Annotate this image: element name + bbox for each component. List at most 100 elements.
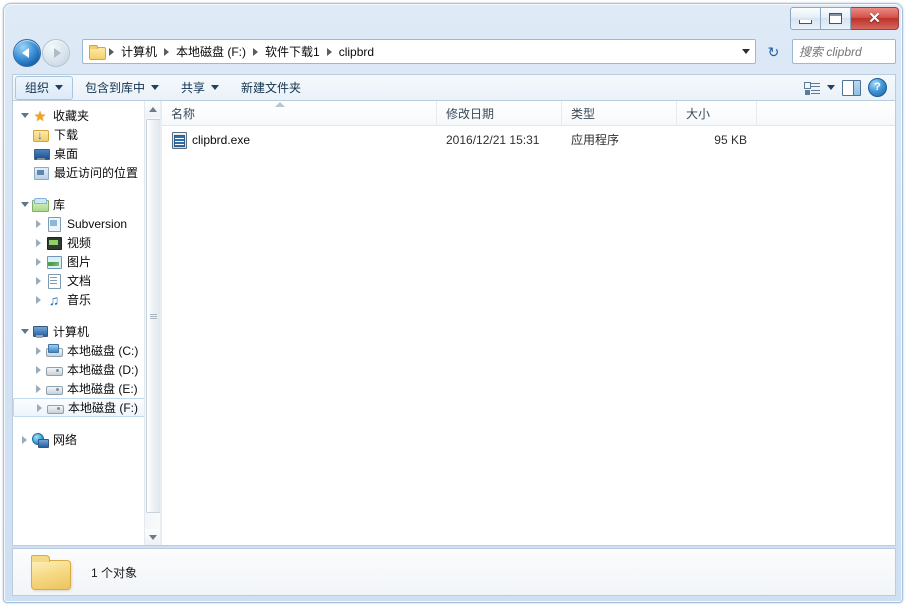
back-button[interactable] [13,39,41,67]
share-button[interactable]: 共享 [171,76,229,100]
new-folder-button[interactable]: 新建文件夹 [231,76,311,100]
expander-icon[interactable] [19,434,30,445]
expander-icon[interactable] [33,237,44,248]
column-header-label: 大小 [686,106,711,121]
column-header-size[interactable]: 大小 [677,101,757,125]
nav-group-libraries: 库 Subversion 视频 图片 文档 ♫ 音乐 [13,195,160,309]
sidebar-item-label: 图片 [67,255,92,269]
sidebar-item-label: 计算机 [53,325,90,339]
arrow-left-icon [22,48,29,58]
expander-icon[interactable] [33,256,44,267]
column-header-name[interactable]: 名称 [162,101,437,125]
expander-icon[interactable] [33,218,44,229]
include-in-library-button[interactable]: 包含到库中 [75,76,169,100]
column-header-row: 名称 修改日期 类型 大小 [162,101,895,126]
sidebar-item-drive-c[interactable]: 本地磁盘 (C:) [13,341,160,360]
expander-icon[interactable] [33,364,44,375]
view-options-icon[interactable] [804,81,820,95]
share-label: 共享 [181,81,206,95]
address-bar[interactable]: 计算机 本地磁盘 (F:) 软件下载1 clipbrd [82,39,756,64]
organize-button[interactable]: 组织 [15,75,74,100]
explorer-window: ✕ 计算机 本地磁盘 (F:) 软件下载1 clipbrd ↻ 搜索 clipb… [3,3,903,603]
expander-icon[interactable] [34,402,45,413]
chevron-down-icon [55,85,64,90]
download-folder-icon [33,127,49,143]
sidebar-item-label: 文档 [67,274,92,288]
view-options-chevron-down-icon[interactable] [827,85,835,90]
close-icon: ✕ [868,10,881,27]
navigation-pane: ★ 收藏夹 下载 桌面 最近访问的位置 [13,101,160,545]
expander-icon[interactable] [19,110,30,121]
sidebar-item-videos[interactable]: 视频 [13,233,160,252]
clipboard-exe-icon [171,131,187,149]
scrollbar-thumb[interactable] [146,119,160,513]
system-drive-icon [46,343,63,359]
sidebar-scrollbar[interactable] [144,101,160,545]
sidebar-item-network[interactable]: 网络 [13,430,160,449]
breadcrumb-item-computer[interactable]: 计算机 [118,41,160,62]
sidebar-item-music[interactable]: ♫ 音乐 [13,290,160,309]
nav-group-favorites: ★ 收藏夹 下载 桌面 最近访问的位置 [13,106,160,182]
scroll-up-arrow-icon[interactable] [145,101,160,117]
search-box[interactable] [792,39,902,64]
help-label: ? [874,81,881,93]
sidebar-item-drive-e[interactable]: 本地磁盘 (E:) [13,379,160,398]
file-list-pane: 名称 修改日期 类型 大小 clipbrd.exe 2016/12/21 15:… [162,101,895,545]
expander-icon[interactable] [33,345,44,356]
table-row[interactable]: clipbrd.exe 2016/12/21 15:31 应用程序 95 KB [162,129,895,150]
breadcrumb-item-clipbrd[interactable]: clipbrd [336,43,377,61]
refresh-button[interactable]: ↻ [760,39,787,66]
sidebar-item-computer[interactable]: 计算机 [13,322,160,341]
column-header-type[interactable]: 类型 [562,101,677,125]
status-item-count: 1 个对象 [91,565,138,580]
forward-button[interactable] [42,39,70,67]
breadcrumb-item-softdownload1[interactable]: 软件下载1 [262,41,323,62]
sidebar-item-recent-places[interactable]: 最近访问的位置 [13,163,160,182]
new-folder-label: 新建文件夹 [241,81,302,95]
file-size-cell: 95 KB [714,132,747,147]
sidebar-item-subversion[interactable]: Subversion [13,214,160,233]
help-icon[interactable]: ? [868,78,887,97]
breadcrumb-separator [164,47,170,56]
computer-icon [32,324,48,340]
sidebar-item-favorites[interactable]: ★ 收藏夹 [13,106,160,125]
title-bar: ✕ [4,4,902,34]
expander-icon[interactable] [33,275,44,286]
expander-icon[interactable] [33,383,44,394]
sidebar-item-desktop[interactable]: 桌面 [13,144,160,163]
library-icon [32,197,49,213]
chevron-down-icon [151,85,160,90]
command-bar: 组织 包含到库中 共享 新建文件夹 ? [12,74,896,100]
maximize-button[interactable] [821,7,851,30]
drive-icon [47,400,64,416]
chevron-down-icon[interactable] [737,49,755,54]
expander-icon[interactable] [19,326,30,337]
expander-icon[interactable] [33,294,44,305]
column-header-filler [757,101,895,125]
video-icon [46,235,62,251]
minimize-button[interactable] [790,7,821,30]
file-date-cell: 2016/12/21 15:31 [446,132,540,147]
sidebar-item-libraries[interactable]: 库 [13,195,160,214]
sidebar-item-documents[interactable]: 文档 [13,271,160,290]
sidebar-item-label: 收藏夹 [53,109,90,123]
minimize-icon [799,19,812,24]
preview-pane-icon[interactable] [842,79,861,96]
scroll-down-arrow-icon[interactable] [145,529,160,545]
sidebar-item-label: 本地磁盘 (E:) [67,382,138,396]
column-header-date-modified[interactable]: 修改日期 [437,101,562,125]
search-input[interactable] [797,43,902,60]
sidebar-item-drive-d[interactable]: 本地磁盘 (D:) [13,360,160,379]
close-button[interactable]: ✕ [851,7,899,30]
sidebar-item-drive-f[interactable]: 本地磁盘 (F:) [13,398,156,417]
breadcrumb-item-drive-f[interactable]: 本地磁盘 (F:) [173,41,249,62]
expander-icon[interactable] [19,199,30,210]
sidebar-item-label: 本地磁盘 (D:) [67,363,139,377]
sidebar-item-pictures[interactable]: 图片 [13,252,160,271]
breadcrumb: 计算机 本地磁盘 (F:) 软件下载1 clipbrd [83,41,737,62]
window-controls: ✕ [790,7,899,30]
include-in-library-label: 包含到库中 [85,81,146,95]
drive-icon [46,381,63,397]
sidebar-item-downloads[interactable]: 下载 [13,125,160,144]
status-bar: 1 个对象 [12,548,896,596]
